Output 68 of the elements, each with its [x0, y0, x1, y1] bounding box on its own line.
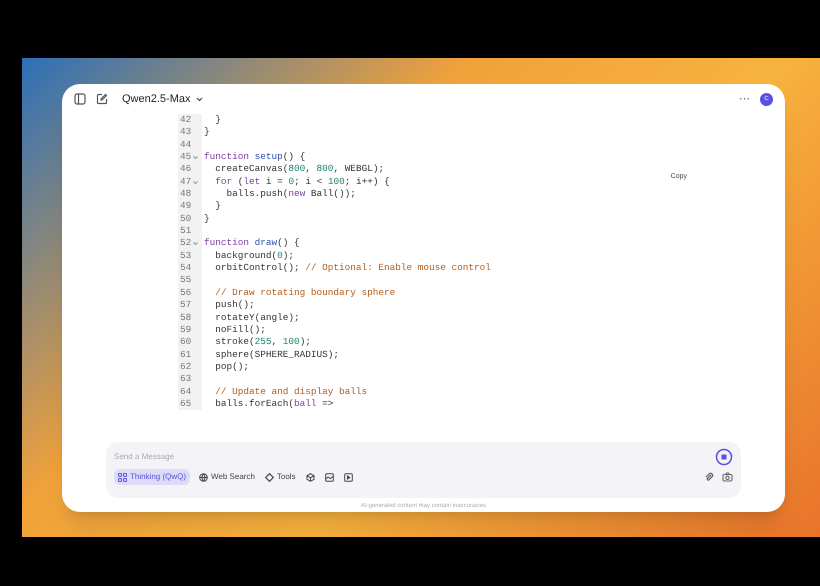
camera-icon[interactable]	[722, 472, 733, 482]
line-number: 64	[180, 386, 192, 398]
line-number: 62	[180, 360, 192, 374]
message-input[interactable]: Send a Message	[114, 451, 715, 463]
sidebar-icon[interactable]	[74, 93, 86, 105]
line-number: 47	[180, 176, 192, 188]
line-number: 54	[180, 262, 192, 274]
grid-icon	[118, 472, 127, 482]
code-line: for (let i = 0; i < 100; i++) {	[214, 176, 390, 188]
code-line: }	[214, 200, 221, 213]
tool-icon-button[interactable]	[342, 470, 354, 484]
play-square-icon	[344, 472, 353, 482]
code-line: function setup() {	[203, 151, 306, 164]
line-number: 59	[180, 324, 192, 336]
line-number: 61	[180, 348, 192, 361]
code-line: balls.push(new Ball());	[226, 188, 356, 200]
tool-button[interactable]: Web Search	[198, 469, 256, 485]
line-number: 45	[180, 151, 192, 164]
fold-icon[interactable]	[193, 156, 198, 160]
code-line: // Draw rotating boundary sphere	[214, 286, 396, 300]
line-number: 60	[180, 336, 192, 349]
line-number: 65	[180, 398, 192, 410]
tool-button[interactable]: Tools	[264, 469, 297, 485]
line-number: 46	[180, 163, 192, 176]
tool-icon-button[interactable]	[304, 470, 316, 484]
line-number: 52	[180, 237, 192, 250]
code-line: push();	[214, 299, 255, 312]
tool-icon-button[interactable]	[324, 470, 335, 484]
line-number: 58	[180, 312, 192, 324]
code-line: pop();	[214, 360, 250, 374]
fold-icon[interactable]	[193, 180, 198, 185]
code-line: balls.forEach(ball =>	[214, 398, 334, 410]
line-number: 43	[180, 126, 192, 139]
code-line: }	[203, 212, 210, 226]
line-number: 51	[180, 225, 192, 238]
line-number: 44	[180, 138, 192, 152]
model-selector[interactable]: Qwen2.5-Max	[122, 90, 204, 108]
line-number: 57	[180, 299, 192, 312]
code-line: }	[203, 126, 210, 139]
cube-icon	[306, 472, 315, 482]
globe-icon	[199, 472, 208, 482]
image-icon	[324, 472, 334, 482]
code-line: }	[214, 114, 221, 126]
code-line: stroke(255, 100);	[214, 336, 311, 349]
code-line: sphere(SPHERE_RADIUS);	[214, 348, 340, 361]
line-number: 56	[180, 286, 192, 300]
fold-icon[interactable]	[193, 242, 198, 246]
code-line: background(0);	[214, 250, 294, 262]
more-icon[interactable]: ⋯	[739, 94, 750, 104]
line-number: 63	[180, 373, 192, 386]
code-line: rotateY(angle);	[214, 312, 300, 324]
line-number: 42	[180, 114, 192, 126]
edit-icon[interactable]	[96, 93, 108, 105]
tool-button[interactable]: Thinking (QwQ)	[114, 469, 190, 485]
chevron-down-icon	[196, 96, 204, 102]
code-line: createCanvas(800, 800, WEBGL);	[214, 163, 384, 176]
line-number: 48	[180, 188, 192, 200]
diamond-icon	[264, 472, 274, 482]
code-line: // Update and display balls	[214, 386, 368, 398]
code-line: orbitControl(); // Optional: Enable mouse control	[214, 262, 491, 274]
line-number: 53	[180, 250, 192, 262]
code-line: noFill();	[214, 324, 266, 336]
stop-button[interactable]	[715, 448, 733, 466]
paperclip-icon[interactable]	[704, 472, 714, 482]
line-number: 49	[180, 200, 192, 213]
line-number: 50	[180, 212, 192, 226]
line-number: 55	[180, 274, 192, 287]
code-line: function draw() {	[203, 237, 300, 250]
